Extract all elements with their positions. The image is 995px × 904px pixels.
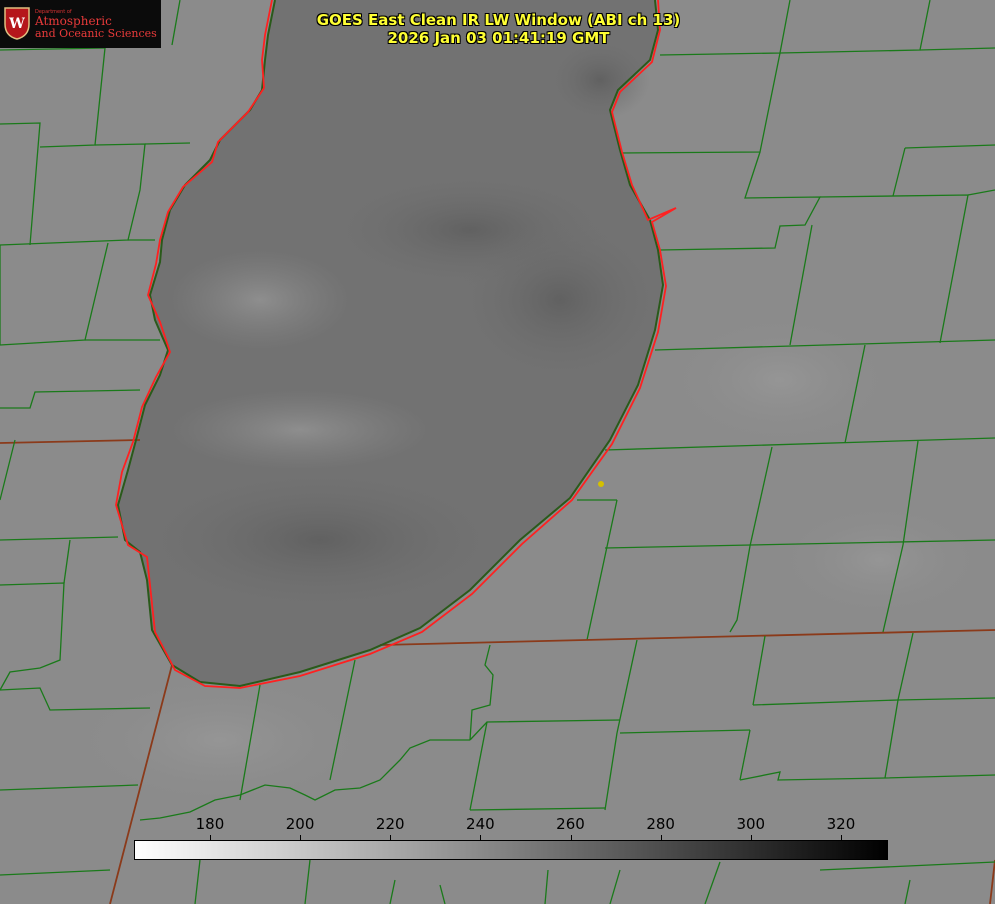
colorbar-tick-label: 200 — [285, 815, 315, 833]
location-marker[interactable] — [598, 481, 604, 487]
land-texture — [770, 500, 990, 620]
colorbar-tick-mark — [480, 835, 482, 841]
cloud-shade — [460, 220, 660, 380]
colorbar-tick-mark — [209, 835, 211, 841]
cloud-shade — [140, 470, 500, 610]
satellite-map[interactable] — [0, 0, 995, 904]
colorbar-tick-mark — [300, 835, 302, 841]
colorbar — [134, 840, 888, 860]
colorbar-tick-label: 220 — [375, 815, 405, 833]
colorbar-tick-mark — [570, 835, 572, 841]
colorbar-tick-mark — [750, 835, 752, 841]
colorbar-tick-label: 320 — [826, 815, 856, 833]
colorbar-tick-label: 300 — [736, 815, 766, 833]
colorbar-tick-label: 280 — [646, 815, 675, 833]
title-line-1: GOES East Clean IR LW Window (ABI ch 13) — [316, 11, 681, 29]
colorbar-tick-label: 180 — [195, 815, 225, 833]
colorbar-tick-label: 240 — [466, 815, 495, 833]
map-title: GOES East Clean IR LW Window (ABI ch 13)… — [0, 11, 995, 47]
colorbar-tick-mark — [390, 835, 392, 841]
colorbar-tick-mark — [840, 835, 842, 841]
cloud-shade — [550, 40, 650, 120]
cloud-light — [170, 390, 430, 470]
title-line-2: 2026 Jan 03 01:41:19 GMT — [387, 29, 610, 47]
cloud-light — [170, 250, 350, 350]
land-texture — [60, 670, 380, 810]
land-texture — [660, 310, 900, 450]
colorbar-tick-label: 260 — [556, 815, 585, 833]
colorbar-tick-mark — [660, 835, 662, 841]
